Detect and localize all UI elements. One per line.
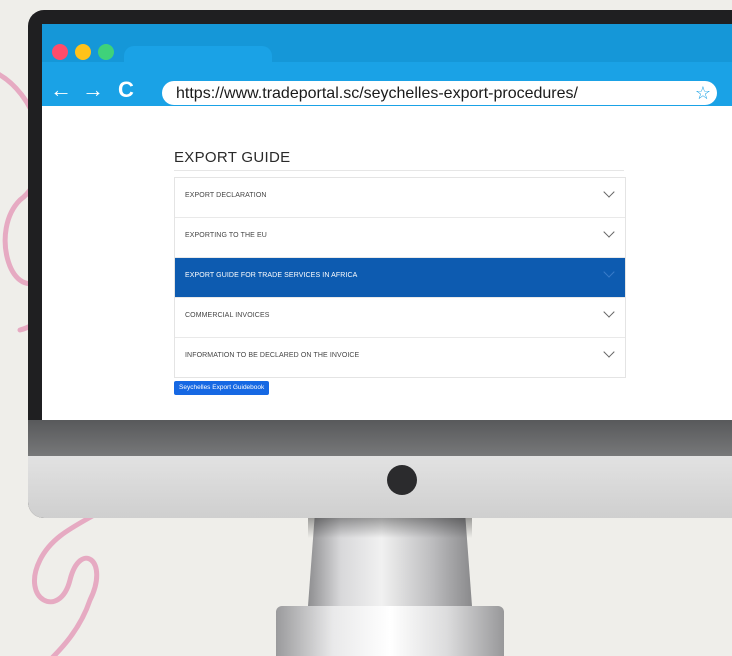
address-bar[interactable]: https://www.tradeportal.sc/seychelles-ex… [162,81,717,105]
export-guide-accordion: EXPORT DECLARATION EXPORTING TO THE EU E… [174,177,626,378]
monitor: ← → C https://www.tradeportal.sc/seychel… [28,10,732,518]
web-page: EXPORT GUIDE EXPORT DECLARATION EXPORTIN… [42,106,732,420]
browser-window: ← → C https://www.tradeportal.sc/seychel… [42,24,732,420]
accordion-item-label: EXPORT GUIDE FOR TRADE SERVICES IN AFRIC… [185,272,358,279]
accordion-item-label: EXPORTING TO THE EU [185,232,267,239]
close-window-button[interactable] [52,44,68,60]
accordion-item[interactable]: EXPORT DECLARATION [175,178,625,218]
monitor-bezel [28,420,732,456]
url-text: https://www.tradeportal.sc/seychelles-ex… [176,85,578,102]
bookmark-star-icon[interactable]: ☆ [695,83,711,104]
chevron-down-icon [603,266,615,278]
forward-arrow-icon[interactable]: → [82,79,104,101]
back-arrow-icon[interactable]: ← [50,79,72,101]
accordion-item-label: EXPORT DECLARATION [185,192,267,199]
reload-icon[interactable]: C [118,79,134,101]
maximize-window-button[interactable] [98,44,114,60]
accordion-item[interactable]: INFORMATION TO BE DECLARED ON THE INVOIC… [175,338,625,377]
browser-chrome: ← → C https://www.tradeportal.sc/seychel… [42,24,732,106]
chevron-down-icon [603,186,615,198]
chevron-down-icon [603,346,615,358]
minimize-window-button[interactable] [75,44,91,60]
accordion-item-active[interactable]: EXPORT GUIDE FOR TRADE SERVICES IN AFRIC… [175,258,625,298]
accordion-item-label: COMMERCIAL INVOICES [185,312,270,319]
chevron-down-icon [603,226,615,238]
title-divider [174,170,624,171]
page-title: EXPORT GUIDE [174,149,291,166]
guidebook-button[interactable]: Seychelles Export Guidebook [174,381,270,395]
stand-shadow [308,518,472,538]
monitor-stand-base [276,606,504,656]
chevron-down-icon [603,306,615,318]
accordion-item[interactable]: EXPORTING TO THE EU [175,218,625,258]
monitor-logo-dot [387,465,417,495]
browser-tab[interactable] [124,46,272,68]
accordion-item-label: INFORMATION TO BE DECLARED ON THE INVOIC… [185,352,360,359]
accordion-item[interactable]: COMMERCIAL INVOICES [175,298,625,338]
